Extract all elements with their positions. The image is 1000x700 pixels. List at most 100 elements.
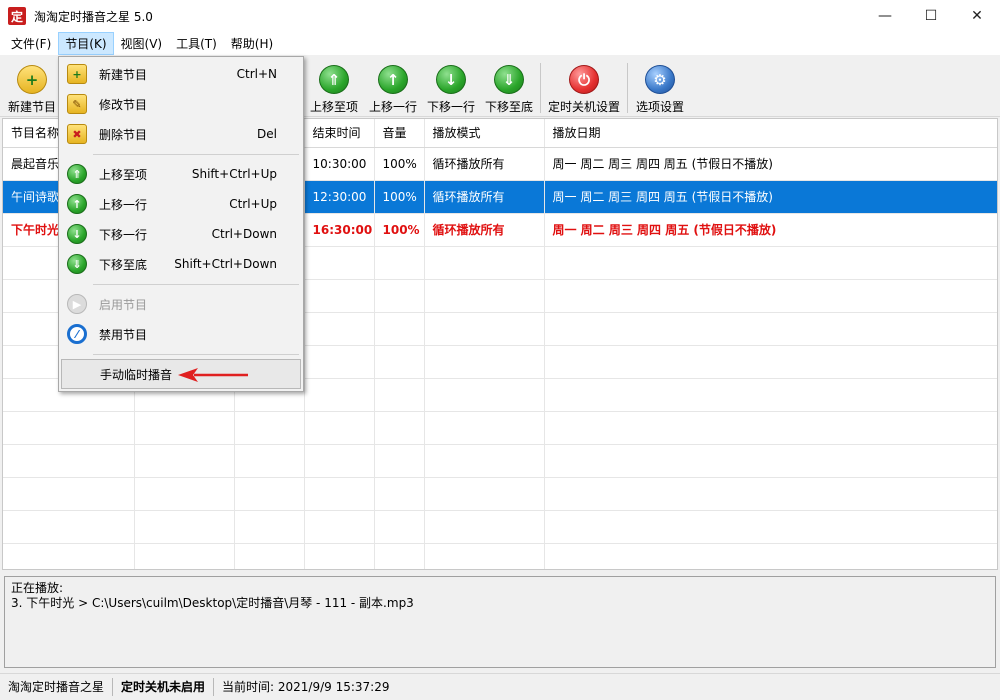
cell <box>374 378 425 412</box>
cell <box>3 543 135 569</box>
cell <box>544 444 997 478</box>
cell <box>424 279 545 313</box>
menu-disable-program[interactable]: ⁄ 禁用节目 <box>61 319 301 349</box>
now-playing-detail: 3. 下午时光 > C:\Users\cuilm\Desktop\定时播音\月琴… <box>11 596 414 610</box>
now-playing-panel: 正在播放: 3. 下午时光 > C:\Users\cuilm\Desktop\定… <box>4 576 996 668</box>
annotation-arrow <box>176 366 250 387</box>
cell-play-mode: 循环播放所有 <box>424 147 545 181</box>
move-to-bottom-button[interactable]: ⇓ 下移至底 <box>483 61 535 115</box>
col-header-volume[interactable]: 音量 <box>374 119 425 148</box>
cell <box>374 543 425 569</box>
cell <box>374 411 425 445</box>
cell-end-time: 12:30:00 <box>304 180 375 214</box>
maximize-button[interactable]: ☐ <box>908 0 954 32</box>
cell <box>374 279 425 313</box>
cell <box>424 444 545 478</box>
col-header-play-days[interactable]: 播放日期 <box>544 119 997 148</box>
cell <box>374 477 425 511</box>
table-row-empty <box>3 411 997 445</box>
cell <box>544 411 997 445</box>
cell <box>424 543 545 569</box>
cell <box>304 510 375 544</box>
cell <box>234 543 305 569</box>
cell <box>374 246 425 280</box>
cell <box>304 543 375 569</box>
menu-move-up[interactable]: ↑ 上移一行 Ctrl+Up <box>61 189 301 219</box>
title-bar: 定 淘淘定时播音之星 5.0 — ☐ ✕ <box>0 0 1000 32</box>
cell-play-mode: 循环播放所有 <box>424 213 545 247</box>
new-program-button[interactable]: + 新建节目 <box>6 61 58 115</box>
cell <box>134 477 235 511</box>
cell <box>424 411 545 445</box>
cell <box>3 510 135 544</box>
table-row-empty <box>3 510 997 544</box>
window-title: 淘淘定时播音之星 5.0 <box>34 9 153 24</box>
cell <box>544 378 997 412</box>
cell <box>424 312 545 346</box>
table-row-empty <box>3 477 997 511</box>
cell-play-days: 周一 周二 周三 周四 周五 (节假日不播放) <box>544 180 997 214</box>
program-menu-dropdown: + 新建节目 Ctrl+N ✎ 修改节目 ✖ 删除节目 Del ⇑ 上移至项 S… <box>58 56 304 392</box>
cell <box>544 246 997 280</box>
status-bar: 淘淘定时播音之星 定时关机未启用 当前时间: 2021/9/9 15:37:29 <box>0 673 1000 700</box>
cell <box>374 345 425 379</box>
menu-move-down[interactable]: ↓ 下移一行 Ctrl+Down <box>61 219 301 249</box>
menu-new-program[interactable]: + 新建节目 Ctrl+N <box>61 59 301 89</box>
cell <box>544 345 997 379</box>
cell <box>234 477 305 511</box>
cell <box>544 510 997 544</box>
arrow-top-icon: ⇑ <box>67 164 87 184</box>
menu-bar: 文件(F) 节目(K) 视图(V) 工具(T) 帮助(H) <box>0 32 1000 56</box>
menu-tools[interactable]: 工具(T) <box>169 32 224 55</box>
cell <box>544 477 997 511</box>
cell <box>374 312 425 346</box>
menu-delete-program[interactable]: ✖ 删除节目 Del <box>61 119 301 149</box>
arrow-up-icon: ↑ <box>378 65 408 94</box>
cell <box>304 411 375 445</box>
minimize-button[interactable]: — <box>862 0 908 32</box>
shutdown-settings-button[interactable]: ⏻ 定时关机设置 <box>546 61 622 115</box>
menu-edit-program[interactable]: ✎ 修改节目 <box>61 89 301 119</box>
options-button[interactable]: ⚙ 选项设置 <box>634 61 686 115</box>
move-down-button[interactable]: ↓ 下移一行 <box>425 61 477 115</box>
cell <box>234 510 305 544</box>
cell <box>134 543 235 569</box>
cell-end-time: 10:30:00 <box>304 147 375 181</box>
menu-view[interactable]: 视图(V) <box>114 32 170 55</box>
menu-separator <box>93 354 299 355</box>
move-to-top-button[interactable]: ⇑ 上移至项 <box>308 61 360 115</box>
cell <box>374 444 425 478</box>
menu-file[interactable]: 文件(F) <box>4 32 58 55</box>
cell <box>3 411 135 445</box>
cell <box>304 477 375 511</box>
menu-move-bottom[interactable]: ⇓ 下移至底 Shift+Ctrl+Down <box>61 249 301 279</box>
menu-separator <box>93 284 299 285</box>
menu-help[interactable]: 帮助(H) <box>224 32 280 55</box>
arrow-left-icon <box>178 368 248 382</box>
cell <box>304 345 375 379</box>
now-playing-label: 正在播放: <box>11 581 64 595</box>
cell-play-days: 周一 周二 周三 周四 周五 (节假日不播放) <box>544 213 997 247</box>
col-header-end-time[interactable]: 结束时间 <box>304 119 375 148</box>
cell-play-mode: 循环播放所有 <box>424 180 545 214</box>
cell <box>3 444 135 478</box>
arrow-down-icon: ↓ <box>67 224 87 244</box>
cell <box>134 444 235 478</box>
cell <box>424 477 545 511</box>
cell-volume: 100% <box>374 147 425 181</box>
delete-icon: ✖ <box>67 124 87 144</box>
arrow-top-icon: ⇑ <box>319 65 349 94</box>
window-controls: — ☐ ✕ <box>862 0 1000 32</box>
move-up-button[interactable]: ↑ 上移一行 <box>367 61 419 115</box>
menu-program[interactable]: 节目(K) <box>58 32 114 55</box>
play-icon: ▶ <box>67 294 87 314</box>
arrow-bottom-icon: ⇓ <box>67 254 87 274</box>
power-icon: ⏻ <box>569 65 599 94</box>
close-button[interactable]: ✕ <box>954 0 1000 32</box>
col-header-play-mode[interactable]: 播放模式 <box>424 119 545 148</box>
arrow-down-icon: ↓ <box>436 65 466 94</box>
menu-move-top[interactable]: ⇑ 上移至项 Shift+Ctrl+Up <box>61 159 301 189</box>
cell <box>304 312 375 346</box>
status-app-name: 淘淘定时播音之星 <box>0 678 114 696</box>
table-row-empty <box>3 444 997 478</box>
